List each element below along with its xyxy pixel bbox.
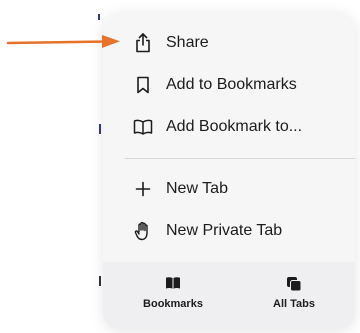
tabs-icon — [286, 276, 302, 292]
book-filled-icon — [165, 276, 181, 292]
screen: Share Add to Bookmarks Add Bookmark to..… — [0, 0, 360, 333]
plus-icon — [133, 179, 153, 199]
background-text-fragment — [99, 124, 101, 134]
menu-item-add-to-bookmarks[interactable]: Add to Bookmarks — [103, 65, 355, 105]
menu-item-add-bookmark-to[interactable]: Add Bookmark to... — [103, 107, 355, 147]
menu-divider — [125, 158, 355, 159]
context-menu: Share Add to Bookmarks Add Bookmark to..… — [103, 12, 355, 330]
background-text-fragment — [99, 276, 101, 286]
bookmarks-label: Bookmarks — [143, 298, 203, 310]
annotation-arrow — [6, 35, 120, 48]
bookmarks-button[interactable]: Bookmarks — [128, 272, 218, 320]
menu-item-label: Add Bookmark to... — [166, 118, 303, 135]
menu-item-label: Share — [166, 34, 209, 51]
share-icon — [133, 33, 153, 53]
bookmark-icon — [133, 75, 153, 95]
all-tabs-button[interactable]: All Tabs — [249, 272, 339, 320]
bottom-toolbar: Bookmarks All Tabs — [103, 262, 355, 330]
menu-item-label: Add to Bookmarks — [166, 76, 297, 93]
menu-item-share[interactable]: Share — [103, 23, 355, 63]
menu-item-new-private-tab[interactable]: New Private Tab — [103, 211, 355, 251]
book-icon — [133, 117, 153, 137]
menu-item-new-tab[interactable]: New Tab — [103, 169, 355, 209]
all-tabs-label: All Tabs — [273, 298, 315, 310]
background-text-fragment — [98, 14, 100, 20]
menu-item-label: New Private Tab — [166, 222, 283, 239]
hand-icon — [133, 221, 153, 241]
menu-item-label: New Tab — [166, 180, 228, 197]
